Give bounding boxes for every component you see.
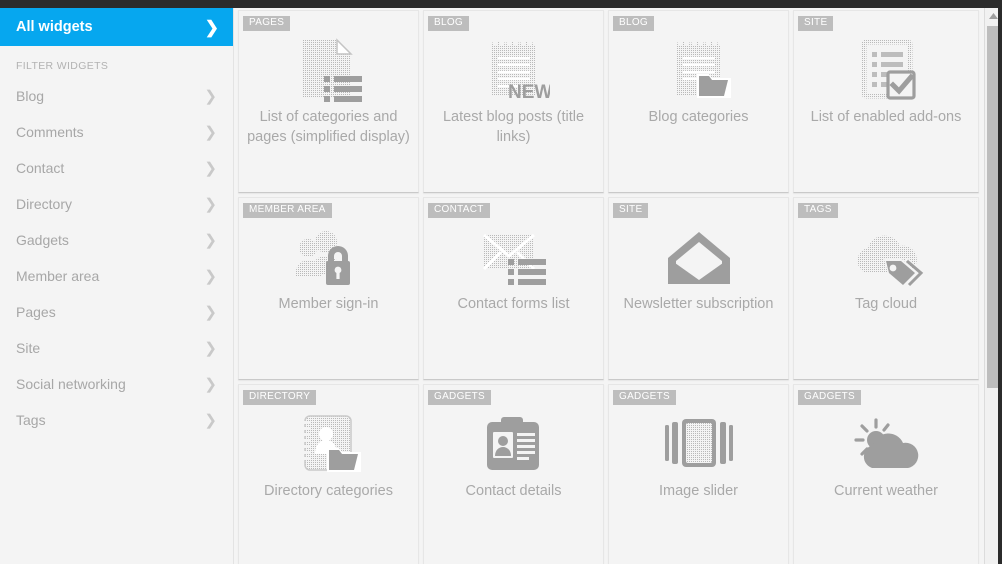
widget-card-image-slider[interactable]: GADGETS Image slider [608, 384, 789, 564]
widget-card-current-weather[interactable]: GADGETS Current weather [793, 384, 979, 564]
widget-badge: SITE [798, 16, 834, 31]
widget-card-blog-categories[interactable]: BLOG Blog categories [608, 10, 789, 193]
widget-label: Contact forms list [457, 296, 570, 312]
sidebar-item-label: Contact [16, 160, 65, 176]
sidebar-item-label: Tags [16, 412, 46, 428]
cloud-tag-icon [794, 222, 978, 294]
widget-card-member-sign-in[interactable]: MEMBER AREA Member sign-in [238, 197, 419, 380]
chevron-right-icon: ❯ [204, 303, 217, 321]
sidebar-item-social-networking[interactable]: Social networking ❯ [0, 366, 233, 402]
widget-card-list-of-categories-and-pages[interactable]: PAGES List of categories and pages (simp… [238, 10, 419, 193]
widgets-browser: All widgets ❯ FILTER WIDGETS Blog ❯ Comm… [0, 0, 1002, 564]
widget-badge: BLOG [428, 16, 469, 31]
sidebar-item-all-widgets[interactable]: All widgets ❯ [0, 8, 233, 46]
sidebar-item-label: Gadgets [16, 232, 69, 248]
chevron-right-icon: ❯ [204, 195, 217, 213]
widget-label: Blog categories [648, 109, 749, 125]
open-envelope-icon [609, 222, 788, 294]
widget-badge: GADGETS [613, 390, 676, 405]
widget-label: Image slider [659, 483, 738, 499]
chevron-right-icon: ❯ [204, 411, 217, 429]
sidebar-item-label: Blog [16, 88, 45, 104]
chevron-right-icon: ❯ [204, 375, 217, 393]
widget-label: Contact details [465, 483, 562, 499]
widget-card-list-of-enabled-add-ons[interactable]: SITE List of enabled add-ons [793, 10, 979, 193]
sidebar-item-label: Site [16, 340, 41, 356]
sun-cloud-icon [794, 409, 978, 481]
sidebar-item-label: Member area [16, 268, 100, 284]
widget-label: Current weather [834, 483, 938, 499]
chevron-right-icon: ❯ [204, 17, 219, 37]
chevron-right-icon: ❯ [204, 159, 217, 177]
chevron-right-icon: ❯ [204, 267, 217, 285]
chevron-right-icon: ❯ [204, 123, 217, 141]
checklist-icon [794, 35, 978, 107]
widget-label: Newsletter subscription [623, 296, 774, 312]
widget-card-contact-details[interactable]: GADGETS Contact details [423, 384, 604, 564]
sidebar: All widgets ❯ FILTER WIDGETS Blog ❯ Comm… [0, 8, 234, 564]
widget-badge: BLOG [613, 16, 654, 31]
users-lock-icon [239, 222, 418, 294]
sidebar-item-directory[interactable]: Directory ❯ [0, 186, 233, 222]
notepad-folder-icon [609, 35, 788, 107]
widget-card-tag-cloud[interactable]: TAGS Tag cloud [793, 197, 979, 380]
widget-card-directory-categories[interactable]: DIRECTORY Directory categories [238, 384, 419, 564]
sidebar-item-label: Directory [16, 196, 73, 212]
chevron-right-icon: ❯ [204, 339, 217, 357]
sidebar-item-label: Social networking [16, 376, 126, 392]
sidebar-item-gadgets[interactable]: Gadgets ❯ [0, 222, 233, 258]
widget-card-latest-blog-posts[interactable]: BLOG NEW Latest blog posts (title links) [423, 10, 604, 193]
sidebar-item-site[interactable]: Site ❯ [0, 330, 233, 366]
svg-text:NEW: NEW [508, 82, 550, 103]
chevron-right-icon: ❯ [204, 87, 217, 105]
widget-badge: CONTACT [428, 203, 490, 218]
sidebar-item-member-area[interactable]: Member area ❯ [0, 258, 233, 294]
sidebar-item-label: Comments [16, 124, 84, 140]
widget-row: PAGES List of categories and pages (simp… [238, 10, 984, 197]
widget-badge: GADGETS [798, 390, 861, 405]
widget-card-newsletter-subscription[interactable]: SITE Newsletter subscription [608, 197, 789, 380]
sidebar-item-comments[interactable]: Comments ❯ [0, 114, 233, 150]
document-list-icon [239, 35, 418, 107]
widget-badge: MEMBER AREA [243, 203, 332, 218]
sidebar-all-widgets-label: All widgets [16, 19, 93, 35]
sidebar-item-label: Pages [16, 304, 56, 320]
notepad-new-icon: NEW [424, 35, 603, 107]
widget-card-contact-forms-list[interactable]: CONTACT Contact forms list [423, 197, 604, 380]
clipboard-id-icon [424, 409, 603, 481]
envelope-list-icon [424, 222, 603, 294]
widget-row: DIRECTORY Directory categories GADGETS C… [238, 384, 984, 564]
widget-grid: PAGES List of categories and pages (simp… [236, 8, 984, 564]
sidebar-filter-heading: FILTER WIDGETS [16, 60, 109, 72]
widget-badge: TAGS [798, 203, 838, 218]
widget-label: List of enabled add-ons [810, 109, 962, 125]
address-book-folder-icon [239, 409, 418, 481]
top-dark-bar [0, 0, 1002, 8]
widget-badge: DIRECTORY [243, 390, 317, 405]
widget-label: Tag cloud [854, 296, 918, 312]
sidebar-item-blog[interactable]: Blog ❯ [0, 78, 233, 114]
widget-label: List of categories and pages (simplified… [247, 109, 410, 145]
widget-badge: SITE [613, 203, 649, 218]
widget-label: Directory categories [264, 483, 393, 499]
sidebar-item-contact[interactable]: Contact ❯ [0, 150, 233, 186]
sidebar-item-tags[interactable]: Tags ❯ [0, 402, 233, 438]
right-dark-edge [998, 0, 1002, 564]
sidebar-item-pages[interactable]: Pages ❯ [0, 294, 233, 330]
widget-row: MEMBER AREA Member sign-in CONTACT Conta… [238, 197, 984, 384]
widget-badge: PAGES [243, 16, 291, 31]
widget-label: Latest blog posts (title links) [442, 109, 585, 145]
widget-label: Member sign-in [278, 296, 379, 312]
image-slider-icon [609, 409, 788, 481]
widget-badge: GADGETS [428, 390, 491, 405]
chevron-right-icon: ❯ [204, 231, 217, 249]
